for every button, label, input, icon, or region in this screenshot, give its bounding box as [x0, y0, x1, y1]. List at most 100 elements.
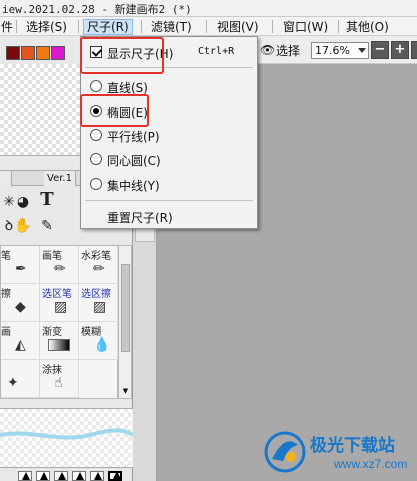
- menu-item-label: 集中线(Y): [107, 179, 160, 193]
- menu-file-partial[interactable]: 件: [0, 19, 16, 35]
- brush-tool-grid: 笔 ✒ 画笔 ✏ 水彩笔 ✏ 擦 ◆ 选区笔 ▨ 选区擦 ▨ 画 ◭ 渐变 模糊…: [0, 245, 118, 399]
- select-pen-icon: ▨: [54, 299, 68, 315]
- brush-icon: ✏: [54, 261, 66, 277]
- menu-item-concentric[interactable]: 同心圆(C): [81, 148, 257, 170]
- zoom-in-button[interactable]: +: [391, 41, 409, 59]
- zoom-reset-button[interactable]: [411, 41, 417, 59]
- brush-label: 笔: [1, 251, 11, 262]
- menu-separator: [338, 20, 339, 33]
- color-swatch[interactable]: [36, 46, 50, 60]
- menu-item-label: 平行线(P): [107, 130, 160, 144]
- pen-icon: ✒: [15, 261, 27, 277]
- menu-item-focus-lines[interactable]: 集中线(Y): [81, 173, 257, 195]
- brush-cell-select-pen[interactable]: 选区笔 ▨: [40, 284, 79, 322]
- eraser-icon: ◆: [15, 299, 26, 315]
- brush-cell-partial[interactable]: 笔 ✒: [1, 246, 40, 284]
- brush-label: 画笔: [42, 251, 62, 262]
- brush-cell-gradient[interactable]: 渐变: [40, 322, 79, 360]
- brush-shape-selected[interactable]: [108, 471, 122, 481]
- highlight-box-ellipse: [80, 94, 149, 127]
- brush-cell-smudge[interactable]: 涂抹 ☝: [40, 360, 79, 398]
- radio-icon: [90, 153, 102, 165]
- menu-view[interactable]: 视图(V): [214, 19, 262, 35]
- menu-separator: [206, 20, 207, 33]
- watermark-url: www.xz7.com: [334, 457, 408, 471]
- menu-select[interactable]: 选择(S): [23, 19, 70, 35]
- brush-cell-partial[interactable]: 擦 ◆: [1, 284, 40, 322]
- menu-item-label: 重置尺子(R): [107, 211, 173, 225]
- sparkle-brush-icon: ✦: [7, 375, 19, 391]
- select-label[interactable]: 选择: [276, 42, 300, 59]
- gradient-icon: [48, 339, 70, 351]
- scrollbar-thumb[interactable]: [121, 264, 130, 352]
- radio-icon: [90, 178, 102, 190]
- brush-cell-partial[interactable]: ✦: [1, 360, 40, 398]
- text-tool-icon[interactable]: T: [38, 191, 56, 209]
- hand-icon[interactable]: ✋: [14, 217, 32, 235]
- menu-filter[interactable]: 滤镜(T): [148, 19, 195, 35]
- menu-separator: [78, 20, 79, 33]
- brush-shape[interactable]: [36, 471, 50, 481]
- scroll-down-arrow-icon[interactable]: ▼: [121, 387, 130, 396]
- brush-label: 选区擦: [81, 289, 111, 300]
- watercolor-brush-icon: ✏: [93, 261, 105, 277]
- brush-scrollbar[interactable]: ▼: [118, 245, 132, 399]
- brush-label: 模糊: [81, 327, 101, 338]
- brush-label: 水彩笔: [81, 251, 111, 262]
- menu-item-parallel[interactable]: 平行线(P): [81, 124, 257, 146]
- brush-shape[interactable]: [54, 471, 68, 481]
- shape-icon[interactable]: ◕: [14, 193, 32, 211]
- radio-icon: [90, 129, 102, 141]
- menu-divider: [85, 200, 253, 201]
- canvas-toolbar: 👁 选择 17.6% − +: [256, 36, 417, 64]
- menu-item-label: 同心圆(C): [107, 154, 161, 168]
- menu-window[interactable]: 窗口(W): [280, 19, 331, 35]
- watermark-brand: 极光下载站: [310, 436, 395, 456]
- title-bar: iew.2021.02.28 - 新建画布2 (*): [0, 0, 417, 17]
- brush-cell-partial[interactable]: 画 ◭: [1, 322, 40, 360]
- radio-icon: [90, 80, 102, 92]
- color-swatch[interactable]: [51, 46, 65, 60]
- brush-shape-row: [0, 471, 133, 481]
- select-eraser-icon: ▨: [93, 299, 107, 315]
- brush-label: 涂抹: [42, 365, 62, 376]
- watermark-logo-icon: [264, 431, 306, 473]
- brush-shape[interactable]: [18, 471, 32, 481]
- stroke-preview-line: [0, 428, 133, 440]
- zoom-select[interactable]: 17.6%: [311, 42, 369, 59]
- menu-item-shortcut: Ctrl+R: [198, 46, 235, 57]
- blur-drop-icon: 💧: [93, 337, 111, 353]
- brush-cell-blur[interactable]: 模糊 💧: [79, 322, 118, 360]
- menu-separator: [141, 20, 142, 33]
- stroke-preview: [0, 408, 133, 468]
- color-swatch[interactable]: [21, 46, 35, 60]
- brush-label: 画: [1, 327, 11, 338]
- brush-label: 渐变: [42, 327, 62, 338]
- tab-partial[interactable]: [0, 171, 12, 186]
- brush-cell-select-eraser[interactable]: 选区擦 ▨: [79, 284, 118, 322]
- menu-bar: 件 选择(S) 尺子(R) 滤镜(T) 视图(V) 窗口(W) 其他(O): [0, 17, 417, 36]
- highlight-box-show-ruler: [80, 37, 164, 74]
- menu-separator: [272, 20, 273, 33]
- smudge-icon: ☝: [54, 375, 63, 391]
- eye-icon[interactable]: 👁: [260, 43, 275, 57]
- menu-separator: [16, 20, 17, 33]
- brush-cell-painting[interactable]: 画笔 ✏: [40, 246, 79, 284]
- menu-other[interactable]: 其他(O): [343, 19, 392, 35]
- chevron-down-icon: [358, 48, 366, 53]
- brush-cell-watercolor[interactable]: 水彩笔 ✏: [79, 246, 118, 284]
- tab-ver1[interactable]: Ver.1: [44, 171, 76, 186]
- zoom-value: 17.6%: [315, 44, 350, 57]
- menu-ruler[interactable]: 尺子(R): [83, 19, 133, 35]
- brush-shape[interactable]: [72, 471, 86, 481]
- menu-item-reset-ruler[interactable]: 重置尺子(R): [81, 205, 257, 227]
- zoom-out-button[interactable]: −: [371, 41, 389, 59]
- brush-label: 擦: [1, 289, 11, 300]
- eyedropper-icon[interactable]: ✎: [38, 217, 56, 235]
- color-swatch[interactable]: [6, 46, 20, 60]
- brush-label: 选区笔: [42, 289, 72, 300]
- window-title: iew.2021.02.28 - 新建画布2 (*): [2, 3, 192, 16]
- brush-shape[interactable]: [90, 471, 104, 481]
- watermark: 极光下载站 www.xz7.com: [262, 427, 417, 481]
- bucket-icon: ◭: [15, 337, 26, 353]
